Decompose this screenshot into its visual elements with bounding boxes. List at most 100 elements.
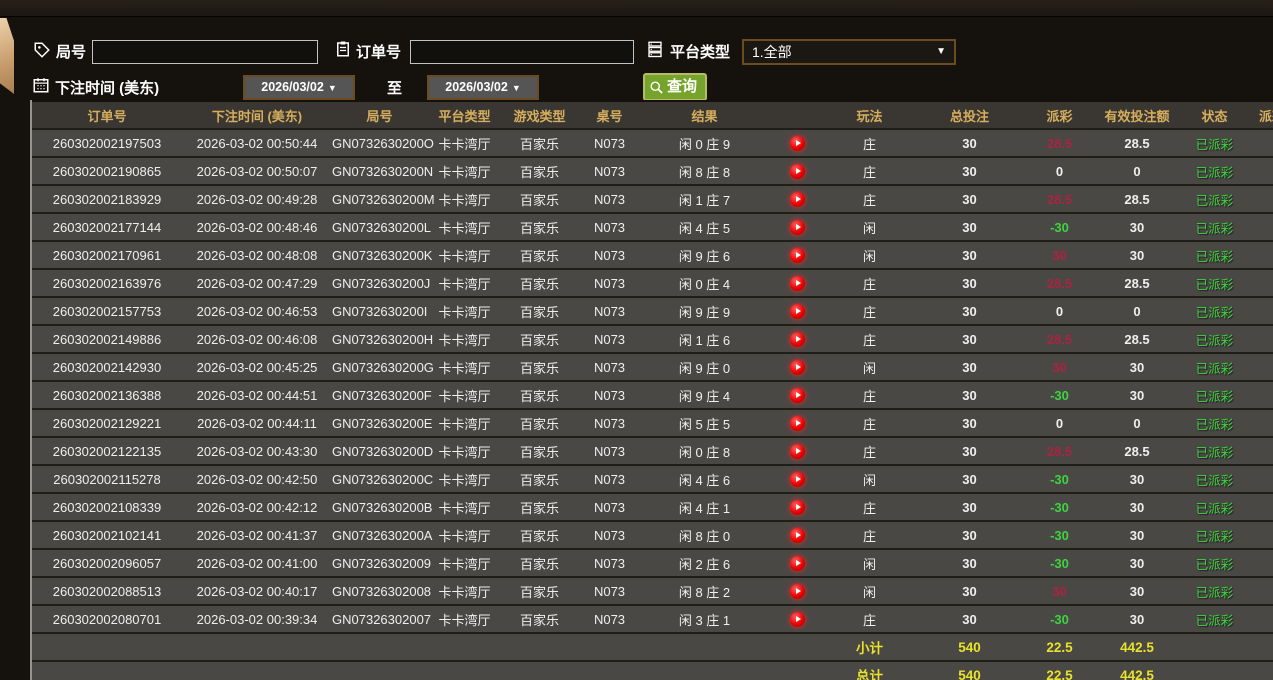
table-row: 260302002142930 2026-03-02 00:45:25 GN0732… bbox=[32, 353, 1273, 382]
payout-cell: 28.5 bbox=[1027, 269, 1092, 298]
valid-bet-cell: 30 bbox=[1092, 241, 1182, 270]
platform-cell: 卡卡湾厅 bbox=[427, 269, 502, 298]
payout-time-cell bbox=[1247, 185, 1273, 214]
column-header: 派彩 bbox=[1027, 100, 1092, 130]
play-video-icon[interactable] bbox=[789, 528, 805, 544]
play-cell bbox=[767, 157, 827, 186]
total-bet-cell: 30 bbox=[912, 325, 1027, 354]
order-no-input[interactable] bbox=[410, 40, 634, 64]
total-bet-cell: 30 bbox=[912, 353, 1027, 382]
totals-spacer bbox=[32, 661, 827, 680]
column-header: 玩法 bbox=[827, 100, 912, 130]
play-video-icon[interactable] bbox=[789, 276, 805, 292]
status-cell: 已派彩 bbox=[1182, 325, 1247, 354]
play-video-icon[interactable] bbox=[789, 416, 805, 432]
bet-time-cell: 2026-03-02 00:48:46 bbox=[182, 213, 332, 242]
round-no-cell: GN07326302007 bbox=[332, 605, 431, 634]
play-video-icon[interactable] bbox=[789, 192, 805, 208]
result-cell: 闲 1 庄 6 bbox=[642, 325, 767, 354]
table-row: 260302002088513 2026-03-02 00:40:17 GN0732… bbox=[32, 577, 1273, 606]
play-video-icon[interactable] bbox=[789, 556, 805, 572]
bet-time-cell: 2026-03-02 00:44:11 bbox=[182, 409, 332, 438]
result-cell: 闲 4 庄 5 bbox=[642, 213, 767, 242]
table-row: 260302002108339 2026-03-02 00:42:12 GN0732… bbox=[32, 493, 1273, 522]
platform-cell: 卡卡湾厅 bbox=[427, 521, 502, 550]
game-type-cell: 百家乐 bbox=[502, 213, 577, 242]
round-no-cell: GN0732630200O bbox=[332, 129, 434, 158]
play-cell bbox=[767, 381, 827, 410]
totals-total-bet: 540 bbox=[912, 633, 1027, 662]
totals-label: 小计 bbox=[827, 633, 912, 662]
table-no-cell: N073 bbox=[577, 521, 642, 550]
play-video-icon[interactable] bbox=[789, 248, 805, 264]
game-type-cell: 百家乐 bbox=[502, 577, 577, 606]
result-cell: 闲 0 庄 4 bbox=[642, 269, 767, 298]
table-row: 260302002115278 2026-03-02 00:42:50 GN0732… bbox=[32, 465, 1273, 494]
order-no-cell: 260302002088513 bbox=[32, 577, 182, 606]
game-type-cell: 百家乐 bbox=[502, 157, 577, 186]
status-cell: 已派彩 bbox=[1182, 269, 1247, 298]
valid-bet-cell: 30 bbox=[1092, 213, 1182, 242]
totals-payout-time bbox=[1247, 661, 1273, 680]
play-video-icon[interactable] bbox=[789, 136, 805, 152]
play-type-cell: 闲 bbox=[827, 213, 912, 242]
bet-time-label: 下注时间 (美东) bbox=[55, 80, 160, 97]
result-cell: 闲 9 庄 0 bbox=[642, 353, 767, 382]
play-video-icon[interactable] bbox=[789, 304, 805, 320]
order-no-cell: 260302002197503 bbox=[32, 129, 182, 158]
round-no-cell: GN0732630200M bbox=[332, 185, 435, 214]
play-video-icon[interactable] bbox=[789, 220, 805, 236]
order-no-cell: 260302002177144 bbox=[32, 213, 182, 242]
play-video-icon[interactable] bbox=[789, 388, 805, 404]
game-type-cell: 百家乐 bbox=[502, 129, 577, 158]
play-video-icon[interactable] bbox=[789, 164, 805, 180]
order-no-cell: 260302002149886 bbox=[32, 325, 182, 354]
play-video-icon[interactable] bbox=[789, 444, 805, 460]
status-cell: 已派彩 bbox=[1182, 129, 1247, 158]
valid-bet-cell: 30 bbox=[1092, 465, 1182, 494]
round-no-cell: GN0732630200H bbox=[332, 325, 433, 354]
order-no-cell: 260302002136388 bbox=[32, 381, 182, 410]
play-video-icon[interactable] bbox=[789, 472, 805, 488]
play-cell bbox=[767, 129, 827, 158]
play-type-cell: 庄 bbox=[827, 157, 912, 186]
play-video-icon[interactable] bbox=[789, 360, 805, 376]
valid-bet-cell: 28.5 bbox=[1092, 129, 1182, 158]
column-header: 结果 bbox=[642, 100, 767, 130]
table-no-cell: N073 bbox=[577, 213, 642, 242]
total-bet-cell: 30 bbox=[912, 605, 1027, 634]
filter-bar: 局号 订单号 平台类型 1.全部 ▼ 下注时间 (美东) 2026/03/02 ▼… bbox=[0, 16, 1273, 101]
status-cell: 已派彩 bbox=[1182, 381, 1247, 410]
play-video-icon[interactable] bbox=[789, 332, 805, 348]
valid-bet-cell: 30 bbox=[1092, 493, 1182, 522]
play-video-icon[interactable] bbox=[789, 612, 805, 628]
column-header: 局号 bbox=[332, 100, 427, 130]
bet-time-cell: 2026-03-02 00:50:44 bbox=[182, 129, 332, 158]
date-from-picker[interactable]: 2026/03/02 ▼ bbox=[243, 75, 355, 100]
platform-cell: 卡卡湾厅 bbox=[427, 381, 502, 410]
result-cell: 闲 0 庄 9 bbox=[642, 129, 767, 158]
play-video-icon[interactable] bbox=[789, 584, 805, 600]
round-no-cell: GN0732630200L bbox=[332, 213, 431, 242]
platform-cell: 卡卡湾厅 bbox=[427, 605, 502, 634]
table-no-cell: N073 bbox=[577, 549, 642, 578]
total-bet-cell: 30 bbox=[912, 465, 1027, 494]
date-to-picker[interactable]: 2026/03/02 ▼ bbox=[427, 75, 539, 100]
play-video-icon[interactable] bbox=[789, 500, 805, 516]
payout-cell: -30 bbox=[1027, 493, 1092, 522]
round-no-input[interactable] bbox=[92, 40, 318, 64]
search-icon bbox=[650, 81, 663, 94]
platform-type-select[interactable]: 1.全部 ▼ bbox=[742, 39, 956, 65]
round-no-cell: GN0732630200F bbox=[332, 381, 432, 410]
total-bet-cell: 30 bbox=[912, 549, 1027, 578]
status-cell: 已派彩 bbox=[1182, 353, 1247, 382]
round-no-cell: GN0732630200B bbox=[332, 493, 432, 522]
valid-bet-cell: 28.5 bbox=[1092, 269, 1182, 298]
result-cell: 闲 8 庄 8 bbox=[642, 157, 767, 186]
column-header: 平台类型 bbox=[427, 100, 502, 130]
valid-bet-cell: 30 bbox=[1092, 549, 1182, 578]
result-cell: 闲 8 庄 2 bbox=[642, 577, 767, 606]
query-button[interactable]: 查询 bbox=[643, 73, 708, 101]
table-row: 260302002170961 2026-03-02 00:48:08 GN0732… bbox=[32, 241, 1273, 270]
game-type-cell: 百家乐 bbox=[502, 269, 577, 298]
